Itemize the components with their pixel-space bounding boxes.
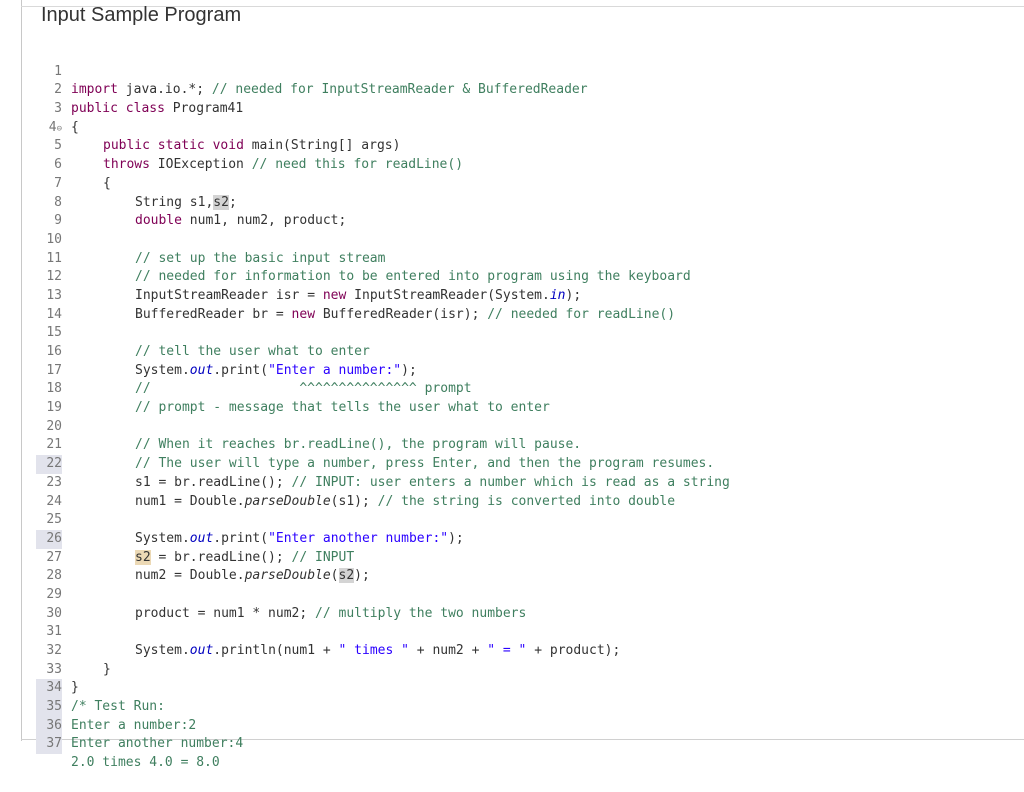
code-line: 2 public class Program41 xyxy=(36,63,1016,116)
code-line: 7 String s1,s2; xyxy=(36,156,1016,210)
code-line: 18 // prompt - message that tells the us… xyxy=(36,362,1016,415)
code-line: 27 num2 = Double.parseDouble(s2); xyxy=(36,530,1016,584)
code-line: 13 BufferedReader br = new BufferedReade… xyxy=(36,268,1016,322)
line-number: 37 xyxy=(36,735,62,755)
code-line: 32 } xyxy=(36,623,1016,677)
code-line: 10 // set up the basic input stream xyxy=(36,212,1016,266)
code-line: 19 xyxy=(36,380,1016,415)
code-line: 29 product = num1 * num2; // multiply th… xyxy=(36,567,1016,621)
page-title: Input Sample Program xyxy=(41,4,242,26)
code-line: 30 xyxy=(36,586,1016,621)
code-line: 15 // tell the user what to enter xyxy=(36,306,1016,359)
code-line: 37 2.0 times 4.0 = 8.0 xyxy=(36,717,1016,770)
code-line: 24 xyxy=(36,474,1016,509)
comment: Enter another number:4 xyxy=(71,736,244,752)
code-line: 21 // The user will type a number, press… xyxy=(36,418,1016,471)
code-line: 23 num1 = Double.parseDouble(s1); // the… xyxy=(36,455,1016,509)
page-frame: Input Sample Program 1 import java.io.*;… xyxy=(0,0,1024,770)
code-line: 28 xyxy=(36,549,1016,583)
code-line: 35 Enter a number:2 xyxy=(36,679,1016,733)
code-line: 16 System.out.print("Enter a number:"); xyxy=(36,324,1016,378)
left-border xyxy=(21,0,22,741)
code-line: 22 s1 = br.readLine(); // INPUT: user en… xyxy=(36,436,1016,490)
code-line: 3 { xyxy=(36,81,1016,135)
comment: 2.0 times 4.0 = 8.0 xyxy=(71,755,220,771)
code-editor[interactable]: 1 import java.io.*; // needed for InputS… xyxy=(36,44,1016,770)
code-line: 33 } xyxy=(36,642,1016,696)
code-line: 36 Enter another number:4 xyxy=(36,698,1016,751)
code-line: 11 // needed for information to be enter… xyxy=(36,231,1016,285)
code-line: 12 InputStreamReader isr = new InputStre… xyxy=(36,250,1016,303)
code-line: 6 { xyxy=(36,137,1016,191)
code-line: 25 System.out.print("Enter another numbe… xyxy=(36,493,1016,546)
code-line: 31 System.out.println(num1 + " times " +… xyxy=(36,605,1016,658)
code-line: 20 // When it reaches br.readLine(), the… xyxy=(36,399,1016,453)
code-line: 26 s2 = br.readLine(); // INPUT xyxy=(36,511,1016,565)
code-line: 34 /* Test Run: xyxy=(36,661,1016,714)
code-line: 5 throws IOException // need this for re… xyxy=(36,119,1016,172)
code-line: 8 double num1, num2, product; xyxy=(36,175,1016,229)
code-line: 17 // ^^^^^^^^^^^^^^^ prompt xyxy=(36,343,1016,397)
code-line: 9 xyxy=(36,194,1016,228)
code-line: 1 import java.io.*; // needed for InputS… xyxy=(36,44,1016,98)
code-line: 4⊖ public static void main(String[] args… xyxy=(36,100,1016,154)
code-line: 14 xyxy=(36,287,1016,322)
